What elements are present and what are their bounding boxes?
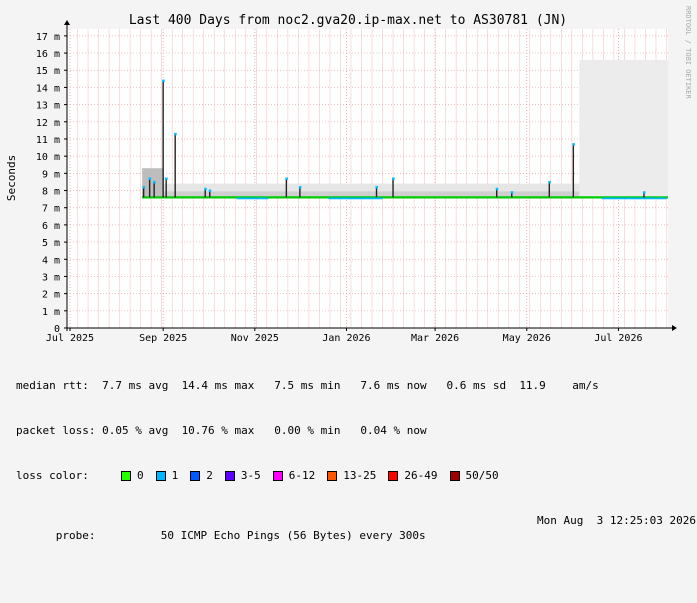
y-tick-label: 7 m <box>42 204 60 215</box>
x-tick-label: Jan 2026 <box>322 333 370 344</box>
y-tick-label: 4 m <box>42 255 60 266</box>
loss-swatch-label: 13-25 <box>343 469 377 482</box>
loss-swatch <box>190 470 201 481</box>
y-axis-label: Seconds <box>5 155 18 201</box>
rtt-spike-marker <box>142 186 146 189</box>
rtt-chart: Last 400 Days from noc2.gva20.ip-max.net… <box>5 6 692 344</box>
median-line <box>142 196 668 200</box>
watermark: RRDTOOL / TOBI OETIKER <box>684 6 692 100</box>
rtt-spike-marker <box>174 132 177 136</box>
y-tick-label: 14 m <box>36 83 60 94</box>
loss-swatch-label: 1 <box>171 469 179 482</box>
rtt-spike-marker <box>375 186 379 189</box>
rtt-spike-marker <box>495 187 499 191</box>
x-tick-label: Mar 2026 <box>411 333 459 344</box>
rtt-spike-marker <box>642 191 646 194</box>
rtt-spike-marker <box>165 177 168 180</box>
loss-color-items: 0 1 2 3-5 6-12 13-25 26-49 50/50 <box>121 468 511 483</box>
rtt-spike-marker <box>572 143 575 146</box>
y-tick-label: 9 m <box>42 169 60 180</box>
y-tick-label: 2 m <box>42 290 60 301</box>
y-axis-arrow <box>64 20 70 25</box>
y-tick-label: 12 m <box>36 118 60 129</box>
x-tick-label: May 2026 <box>503 333 551 344</box>
loss-swatch-label: 3-5 <box>240 469 261 482</box>
loss-swatch <box>155 470 166 481</box>
loss-swatch-label: 6-12 <box>288 469 316 482</box>
y-tick-label: 11 m <box>36 135 60 146</box>
loss-swatch-label: 0 <box>137 469 144 482</box>
x-tick-label: Jul 2025 <box>46 333 94 344</box>
y-tick-label: 1 m <box>42 307 60 318</box>
x-tick-label: Nov 2025 <box>231 333 279 344</box>
rtt-spike-marker <box>392 177 395 180</box>
rtt-spike-marker <box>548 180 551 184</box>
loss-swatch <box>121 470 131 481</box>
loss-swatch <box>224 470 235 481</box>
smoke-haze-late <box>579 59 668 198</box>
loss-swatch <box>327 470 338 481</box>
packet-loss-row: packet loss: 0.05 % avg 10.76 % max 0.00… <box>16 424 427 437</box>
loss-color-row: loss color: 0 1 2 3-5 6-12 13-25 26-49 50/50 <box>16 468 696 483</box>
rtt-spike-marker <box>148 177 152 180</box>
y-tick-label: 5 m <box>42 238 60 249</box>
x-tick-label: Sep 2025 <box>139 333 187 344</box>
y-tick-label: 16 m <box>36 49 60 60</box>
y-tick-label: 17 m <box>36 32 60 43</box>
loss-swatch-label: 50/50 <box>465 469 499 482</box>
probe-row: probe: 50 ICMP Echo Pings (56 Bytes) ever… <box>16 513 696 573</box>
y-tick-label: 3 m <box>42 272 60 283</box>
loss-color-label: loss color: <box>16 469 89 482</box>
loss-swatch <box>449 470 460 481</box>
x-tick-label: Jul 2026 <box>594 333 642 344</box>
median-rtt-row: median rtt: 7.7 ms avg 14.4 ms max 7.5 m… <box>16 379 599 392</box>
loss-swatch <box>388 470 399 481</box>
rtt-spike-marker <box>298 186 302 189</box>
y-tick-labels: 01 m2 m3 m4 m5 m6 m7 m8 m9 m10 m11 m12 m… <box>36 32 60 335</box>
rtt-spike-marker <box>208 189 212 193</box>
loss-swatch <box>272 470 283 481</box>
loss-swatch-label: 26-49 <box>404 469 438 482</box>
probe-text: 50 ICMP Echo Pings (56 Bytes) every 300s <box>160 529 426 542</box>
probe-label: probe: <box>55 529 96 542</box>
x-tick-labels: Jul 2025 Sep 2025 Nov 2025 Jan 2026 Mar 2026… <box>46 333 643 344</box>
x-axis-arrow <box>672 325 677 331</box>
y-tick-label: 6 m <box>42 221 60 232</box>
loss-swatch-label: 2 <box>206 469 213 482</box>
y-tick-label: 10 m <box>36 152 60 163</box>
rtt-spike-marker <box>204 187 207 191</box>
legend: median rtt: 7.7 ms avg 14.4 ms max 7.5 m… <box>16 348 696 603</box>
smokeping-graph: Last 400 Days from noc2.gva20.ip-max.net… <box>0 0 697 542</box>
chart-title: Last 400 Days from noc2.gva20.ip-max.net… <box>129 13 567 28</box>
timestamp: Mon Aug 3 12:25:03 2026 <box>537 514 696 527</box>
smoke-haze-early <box>142 168 164 198</box>
rtt-spike-marker <box>285 177 288 180</box>
rtt-spike-marker <box>510 191 514 194</box>
rtt-spike-marker <box>162 79 165 83</box>
y-tick-label: 15 m <box>36 66 60 77</box>
y-tick-label: 8 m <box>42 187 60 198</box>
y-tick-label: 13 m <box>36 101 60 112</box>
rtt-spike-marker <box>153 180 156 184</box>
